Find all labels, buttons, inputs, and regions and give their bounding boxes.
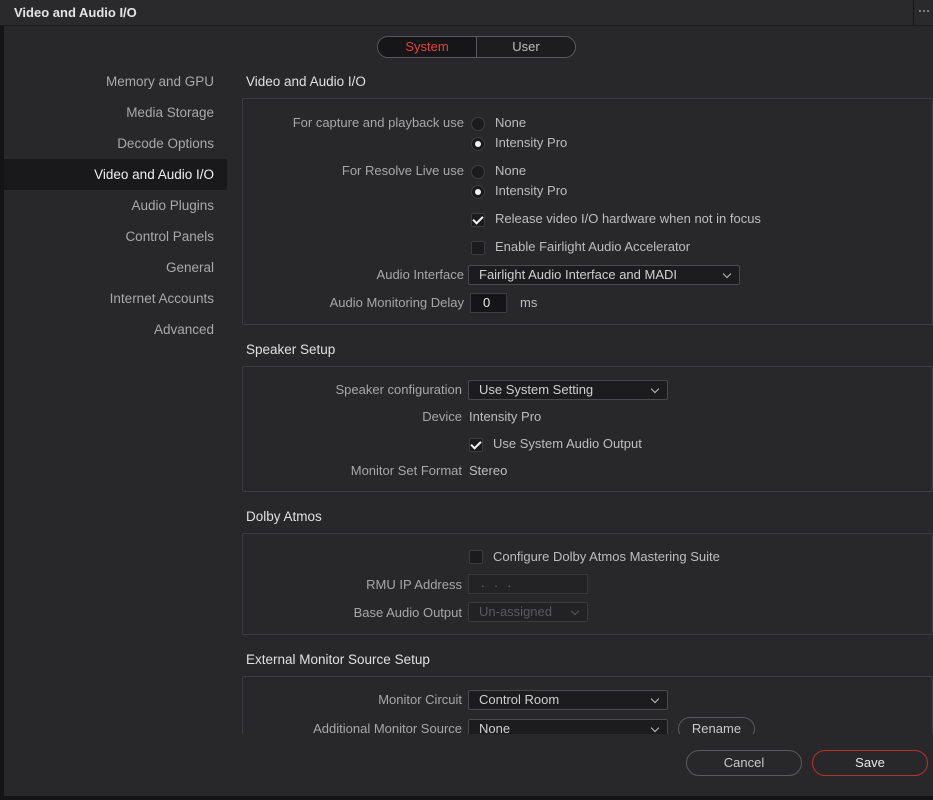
additional-monitor-value: None <box>479 721 511 734</box>
chevron-down-icon <box>650 384 660 394</box>
chevron-down-icon <box>650 723 660 733</box>
dolby-mastering-label: Configure Dolby Atmos Mastering Suite <box>493 549 720 564</box>
monitor-circuit-value: Control Room <box>479 692 560 707</box>
capture-none-radio[interactable] <box>471 117 485 131</box>
live-intensity-pro-label: Intensity Pro <box>495 183 568 198</box>
monitoring-delay-unit: ms <box>520 295 538 310</box>
tab-user[interactable]: User <box>477 37 575 57</box>
rename-button[interactable]: Rename <box>678 717 755 734</box>
rmu-ip-label: RMU IP Address <box>366 577 462 592</box>
section-title-dolby-atmos: Dolby Atmos <box>246 509 322 524</box>
capture-none-label: None <box>495 115 527 130</box>
live-intensity-pro-radio[interactable] <box>471 185 485 199</box>
sidebar-item-general[interactable]: General <box>4 252 227 283</box>
device-label: Device <box>422 409 462 424</box>
section-title-external-monitor: External Monitor Source Setup <box>246 652 430 667</box>
tab-system[interactable]: System <box>378 37 477 57</box>
preferences-dialog: System User Memory and GPU Media Storage… <box>4 26 933 796</box>
resolve-live-label: For Resolve Live use <box>341 163 464 178</box>
sidebar-item-audio-plugins[interactable]: Audio Plugins <box>4 190 227 221</box>
audio-interface-label: Audio Interface <box>376 267 464 282</box>
title-bar: Video and Audio I/O <box>0 0 933 26</box>
video-audio-io-panel: For capture and playback use None Intens… <box>242 98 933 325</box>
cancel-button[interactable]: Cancel <box>686 750 802 776</box>
live-none-label: None <box>495 163 527 178</box>
additional-monitor-label: Additional Monitor Source <box>313 721 462 734</box>
base-audio-output-dropdown[interactable]: Un-assigned <box>468 602 588 622</box>
base-audio-output-label: Base Audio Output <box>353 605 462 620</box>
release-io-checkbox[interactable] <box>471 213 485 227</box>
dolby-atmos-panel: Configure Dolby Atmos Mastering Suite RM… <box>242 533 933 635</box>
save-button[interactable]: Save <box>812 750 928 776</box>
capture-intensity-pro-radio[interactable] <box>471 137 485 151</box>
device-value: Intensity Pro <box>469 409 542 424</box>
window-title: Video and Audio I/O <box>14 5 137 20</box>
additional-monitor-dropdown[interactable]: None <box>468 719 668 734</box>
speaker-config-dropdown[interactable]: Use System Setting <box>468 380 668 400</box>
more-options-icon[interactable] <box>919 4 933 18</box>
use-system-audio-label: Use System Audio Output <box>493 436 642 451</box>
sidebar-item-media-storage[interactable]: Media Storage <box>4 97 227 128</box>
release-io-label: Release video I/O hardware when not in f… <box>495 211 761 226</box>
dolby-mastering-checkbox[interactable] <box>469 550 483 564</box>
speaker-setup-panel: Speaker configuration Use System Setting… <box>242 366 933 492</box>
title-separator <box>913 0 914 26</box>
sidebar: Memory and GPU Media Storage Decode Opti… <box>4 66 227 345</box>
fairlight-accelerator-checkbox[interactable] <box>471 241 485 255</box>
sidebar-item-internet-accounts[interactable]: Internet Accounts <box>4 283 227 314</box>
audio-interface-dropdown[interactable]: Fairlight Audio Interface and MADI <box>468 265 740 285</box>
fairlight-accelerator-label: Enable Fairlight Audio Accelerator <box>495 239 691 254</box>
sidebar-item-control-panels[interactable]: Control Panels <box>4 221 227 252</box>
section-title-video-audio-io: Video and Audio I/O <box>246 74 366 89</box>
bottom-edge <box>0 796 933 800</box>
monitor-set-format-label: Monitor Set Format <box>350 463 462 478</box>
capture-playback-label: For capture and playback use <box>292 115 464 130</box>
rmu-ip-input[interactable]: . . . <box>468 574 588 594</box>
sidebar-item-video-audio-io[interactable]: Video and Audio I/O <box>4 159 227 190</box>
chevron-down-icon <box>722 269 732 279</box>
sidebar-item-advanced[interactable]: Advanced <box>4 314 227 345</box>
monitor-circuit-label: Monitor Circuit <box>378 692 462 707</box>
capture-intensity-pro-label: Intensity Pro <box>495 135 568 150</box>
monitoring-delay-label: Audio Monitoring Delay <box>329 295 464 310</box>
scope-switch: System User <box>377 36 576 58</box>
chevron-down-icon <box>570 606 580 616</box>
base-audio-output-value: Un-assigned <box>479 604 552 619</box>
sidebar-item-decode-options[interactable]: Decode Options <box>4 128 227 159</box>
section-title-speaker-setup: Speaker Setup <box>246 342 336 357</box>
sidebar-item-memory-gpu[interactable]: Memory and GPU <box>4 66 227 97</box>
monitoring-delay-input[interactable]: 0 <box>470 293 507 313</box>
audio-interface-value: Fairlight Audio Interface and MADI <box>479 267 677 282</box>
speaker-config-value: Use System Setting <box>479 382 594 397</box>
live-none-radio[interactable] <box>471 165 485 179</box>
chevron-down-icon <box>650 694 660 704</box>
external-monitor-panel: Monitor Circuit Control Room Additional … <box>242 676 933 734</box>
speaker-config-label: Speaker configuration <box>335 382 462 397</box>
use-system-audio-checkbox[interactable] <box>469 438 483 452</box>
monitor-circuit-dropdown[interactable]: Control Room <box>468 690 668 710</box>
monitor-set-format-value: Stereo <box>469 463 508 478</box>
